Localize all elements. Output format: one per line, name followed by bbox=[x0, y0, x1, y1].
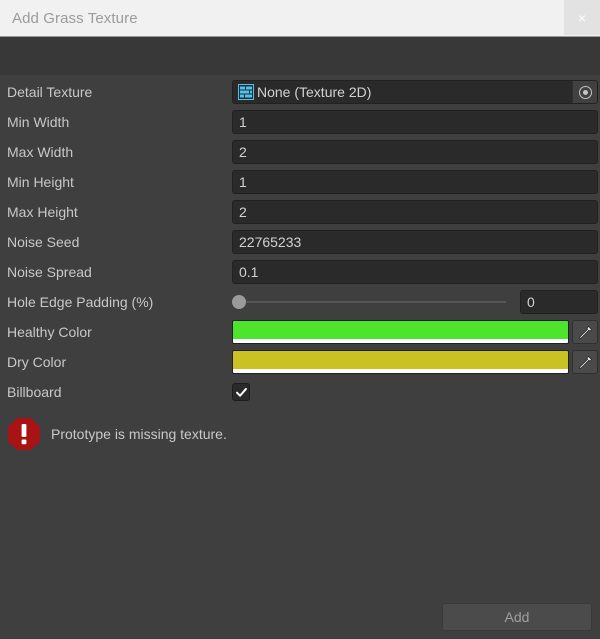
noise-spread-input[interactable]: 0.1 bbox=[232, 260, 598, 284]
eyedropper-icon bbox=[578, 355, 592, 369]
validation-message: Prototype is missing texture. bbox=[0, 407, 600, 453]
field-dry-color bbox=[232, 350, 600, 374]
dry-color-eyedropper-button[interactable] bbox=[572, 350, 598, 374]
window-title: Add Grass Texture bbox=[12, 9, 138, 27]
label-detail-texture: Detail Texture bbox=[7, 84, 93, 100]
healthy-color-fill bbox=[233, 321, 568, 339]
row-noise-spread: Noise Spread 0.1 bbox=[0, 257, 600, 287]
add-button[interactable]: Add bbox=[442, 603, 592, 631]
max-width-input[interactable]: 2 bbox=[232, 140, 598, 164]
detail-texture-value: None (Texture 2D) bbox=[257, 84, 372, 100]
label-billboard: Billboard bbox=[7, 384, 62, 400]
object-picker-icon[interactable] bbox=[572, 81, 597, 103]
close-icon: × bbox=[577, 9, 587, 26]
healthy-color-swatch[interactable] bbox=[232, 320, 569, 344]
checkmark-icon bbox=[235, 387, 247, 397]
label-min-height: Min Height bbox=[7, 174, 74, 190]
field-billboard bbox=[232, 383, 600, 401]
field-healthy-color bbox=[232, 320, 600, 344]
label-max-width: Max Width bbox=[7, 144, 74, 160]
label-hole-edge-padding: Hole Edge Padding (%) bbox=[7, 294, 154, 310]
row-max-width: Max Width 2 bbox=[0, 137, 600, 167]
field-noise-seed: 22765233 bbox=[232, 230, 600, 254]
row-max-height: Max Height 2 bbox=[0, 197, 600, 227]
label-dry-color: Dry Color bbox=[7, 354, 67, 370]
healthy-color-alpha-bar bbox=[233, 339, 568, 343]
slider-track[interactable] bbox=[232, 295, 506, 309]
field-max-height: 2 bbox=[232, 200, 600, 224]
field-hole-edge-padding: 0 bbox=[232, 290, 600, 314]
window-title-bar: Add Grass Texture × bbox=[0, 0, 600, 37]
billboard-checkbox[interactable] bbox=[232, 383, 250, 401]
row-hole-edge-padding: Hole Edge Padding (%) 0 bbox=[0, 287, 600, 317]
healthy-color-eyedropper-button[interactable] bbox=[572, 320, 598, 344]
label-noise-seed: Noise Seed bbox=[7, 234, 80, 250]
row-min-width: Min Width 1 bbox=[0, 107, 600, 137]
hole-edge-padding-slider[interactable] bbox=[232, 290, 520, 314]
label-noise-spread: Noise Spread bbox=[7, 264, 92, 280]
error-icon bbox=[8, 418, 40, 450]
hole-edge-padding-input[interactable]: 0 bbox=[520, 290, 598, 314]
field-min-height: 1 bbox=[232, 170, 600, 194]
eyedropper-icon bbox=[578, 325, 592, 339]
texture-2d-icon bbox=[238, 84, 254, 100]
slider-handle[interactable] bbox=[232, 295, 246, 309]
min-height-input[interactable]: 1 bbox=[232, 170, 598, 194]
row-noise-seed: Noise Seed 22765233 bbox=[0, 227, 600, 257]
row-min-height: Min Height 1 bbox=[0, 167, 600, 197]
label-min-width: Min Width bbox=[7, 114, 70, 130]
label-healthy-color: Healthy Color bbox=[7, 324, 92, 340]
row-dry-color: Dry Color bbox=[0, 347, 600, 377]
dry-color-swatch[interactable] bbox=[232, 350, 569, 374]
label-max-height: Max Height bbox=[7, 204, 78, 220]
field-max-width: 2 bbox=[232, 140, 600, 164]
properties-panel: Detail Texture None (Texture 2D) Min Wid… bbox=[0, 75, 600, 453]
field-min-width: 1 bbox=[232, 110, 600, 134]
dry-color-fill bbox=[233, 351, 568, 369]
noise-seed-input[interactable]: 22765233 bbox=[232, 230, 598, 254]
max-height-input[interactable]: 2 bbox=[232, 200, 598, 224]
field-detail-texture: None (Texture 2D) bbox=[232, 80, 600, 104]
min-width-input[interactable]: 1 bbox=[232, 110, 598, 134]
close-button[interactable]: × bbox=[564, 0, 600, 35]
validation-message-text: Prototype is missing texture. bbox=[51, 426, 227, 442]
row-healthy-color: Healthy Color bbox=[0, 317, 600, 347]
row-detail-texture: Detail Texture None (Texture 2D) bbox=[0, 77, 600, 107]
field-noise-spread: 0.1 bbox=[232, 260, 600, 284]
dialog-footer: Add bbox=[0, 595, 600, 639]
row-billboard: Billboard bbox=[0, 377, 600, 407]
dry-color-alpha-bar bbox=[233, 369, 568, 373]
detail-texture-object-field[interactable]: None (Texture 2D) bbox=[232, 80, 598, 104]
toolbar-strip bbox=[0, 37, 600, 75]
